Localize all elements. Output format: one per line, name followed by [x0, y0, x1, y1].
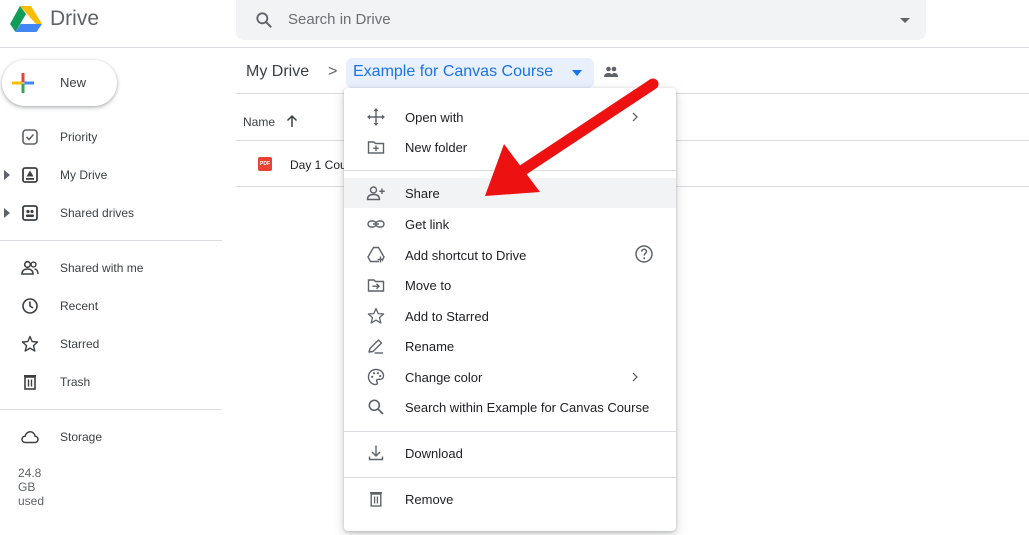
sidebar-item-label: Recent — [60, 299, 99, 313]
search-icon[interactable] — [254, 10, 274, 30]
sidebar-item-my-drive[interactable]: My Drive — [0, 160, 222, 190]
menu-divider — [344, 477, 676, 478]
plus-icon — [12, 73, 34, 93]
annotation-arrow-icon — [485, 78, 659, 196]
menu-item-label: Add to Starred — [405, 309, 489, 324]
expand-caret-icon[interactable] — [4, 170, 10, 180]
add-shortcut-icon — [367, 246, 385, 263]
shared-with-me-icon — [21, 260, 39, 275]
search-bar[interactable] — [236, 0, 926, 40]
arrow-up-icon[interactable] — [286, 114, 298, 128]
sidebar-item-label: Shared drives — [60, 206, 135, 220]
pdf-file-icon: PDF — [258, 157, 272, 171]
new-button-label: New — [60, 75, 87, 90]
menu-item-add-to-starred[interactable]: Add to Starred — [344, 301, 676, 331]
name-column-header[interactable]: Name — [243, 115, 275, 129]
sidebar-item-priority[interactable]: Priority — [0, 122, 222, 152]
menu-item-label: Search within Example for Canvas Course — [405, 400, 650, 415]
sidebar-divider — [0, 409, 222, 410]
menu-item-search-within[interactable]: Search within Example for Canvas Course — [344, 392, 676, 422]
sidebar-item-label: Trash — [60, 375, 91, 389]
search-input[interactable] — [288, 8, 848, 30]
menu-item-label: Change color — [405, 370, 483, 385]
priority-icon — [22, 129, 38, 145]
trash-icon — [370, 492, 382, 507]
search-icon — [368, 399, 384, 415]
menu-item-label: Remove — [405, 492, 454, 507]
menu-item-get-link[interactable]: Get link — [344, 209, 676, 239]
file-name[interactable]: Day 1 Cou — [290, 158, 347, 172]
star-icon — [21, 335, 39, 352]
add-person-icon — [366, 186, 385, 201]
cloud-icon — [21, 431, 39, 444]
sidebar-item-trash[interactable]: Trash — [0, 367, 222, 397]
menu-item-label: Open with — [405, 110, 464, 125]
my-drive-icon — [22, 167, 38, 183]
menu-item-label: Rename — [405, 339, 455, 354]
sidebar-item-starred[interactable]: Starred — [0, 329, 222, 359]
pencil-icon — [368, 339, 383, 354]
menu-item-download[interactable]: Download — [344, 438, 676, 468]
sidebar-item-label: My Drive — [60, 168, 108, 182]
breadcrumb-separator: > — [328, 63, 338, 80]
app-title[interactable]: Drive — [50, 7, 99, 31]
help-icon[interactable] — [634, 244, 654, 264]
sidebar-item-shared-drives[interactable]: Shared drives — [0, 198, 222, 228]
sidebar-item-label: Starred — [60, 337, 100, 351]
star-icon — [367, 307, 385, 324]
new-button[interactable]: New — [2, 60, 117, 106]
move-arrows-icon — [367, 108, 385, 126]
sidebar-item-shared-with-me[interactable]: Shared with me — [0, 253, 222, 283]
download-icon — [368, 445, 384, 461]
sidebar-item-label: Shared with me — [60, 261, 144, 275]
storage-usage-text: 24.8 GB used — [18, 466, 45, 508]
sidebar-item-recent[interactable]: Recent — [0, 291, 222, 321]
link-icon — [367, 220, 385, 228]
menu-divider — [344, 431, 676, 432]
menu-item-label: Add shortcut to Drive — [405, 248, 527, 263]
search-options-dropdown-icon[interactable] — [896, 11, 914, 29]
storage-label: Storage — [60, 430, 103, 444]
palette-icon — [367, 368, 385, 386]
breadcrumb-my-drive[interactable]: My Drive — [246, 63, 309, 81]
top-bar: Drive — [0, 0, 1029, 48]
menu-item-change-color[interactable]: Change color — [344, 362, 676, 392]
menu-item-rename[interactable]: Rename — [344, 331, 676, 361]
sidebar-divider — [0, 240, 222, 241]
menu-item-move-to[interactable]: Move to — [344, 270, 676, 300]
menu-item-label: New folder — [405, 140, 468, 155]
expand-caret-icon[interactable] — [4, 208, 10, 218]
sidebar-item-storage[interactable]: Storage — [0, 422, 222, 452]
clock-icon — [22, 298, 38, 314]
drive-logo-icon[interactable] — [10, 4, 42, 32]
chevron-right-icon — [632, 372, 638, 382]
shared-drives-icon — [22, 205, 38, 221]
move-to-folder-icon — [367, 279, 385, 292]
menu-item-label: Share — [405, 186, 440, 201]
trash-icon — [24, 375, 36, 390]
menu-item-remove[interactable]: Remove — [344, 484, 676, 514]
menu-item-label: Get link — [405, 217, 450, 232]
menu-item-add-shortcut[interactable]: Add shortcut to Drive — [344, 240, 676, 270]
new-folder-icon — [367, 141, 385, 154]
sidebar-item-label: Priority — [60, 130, 98, 144]
menu-item-label: Download — [405, 446, 463, 461]
menu-item-label: Move to — [405, 278, 452, 293]
